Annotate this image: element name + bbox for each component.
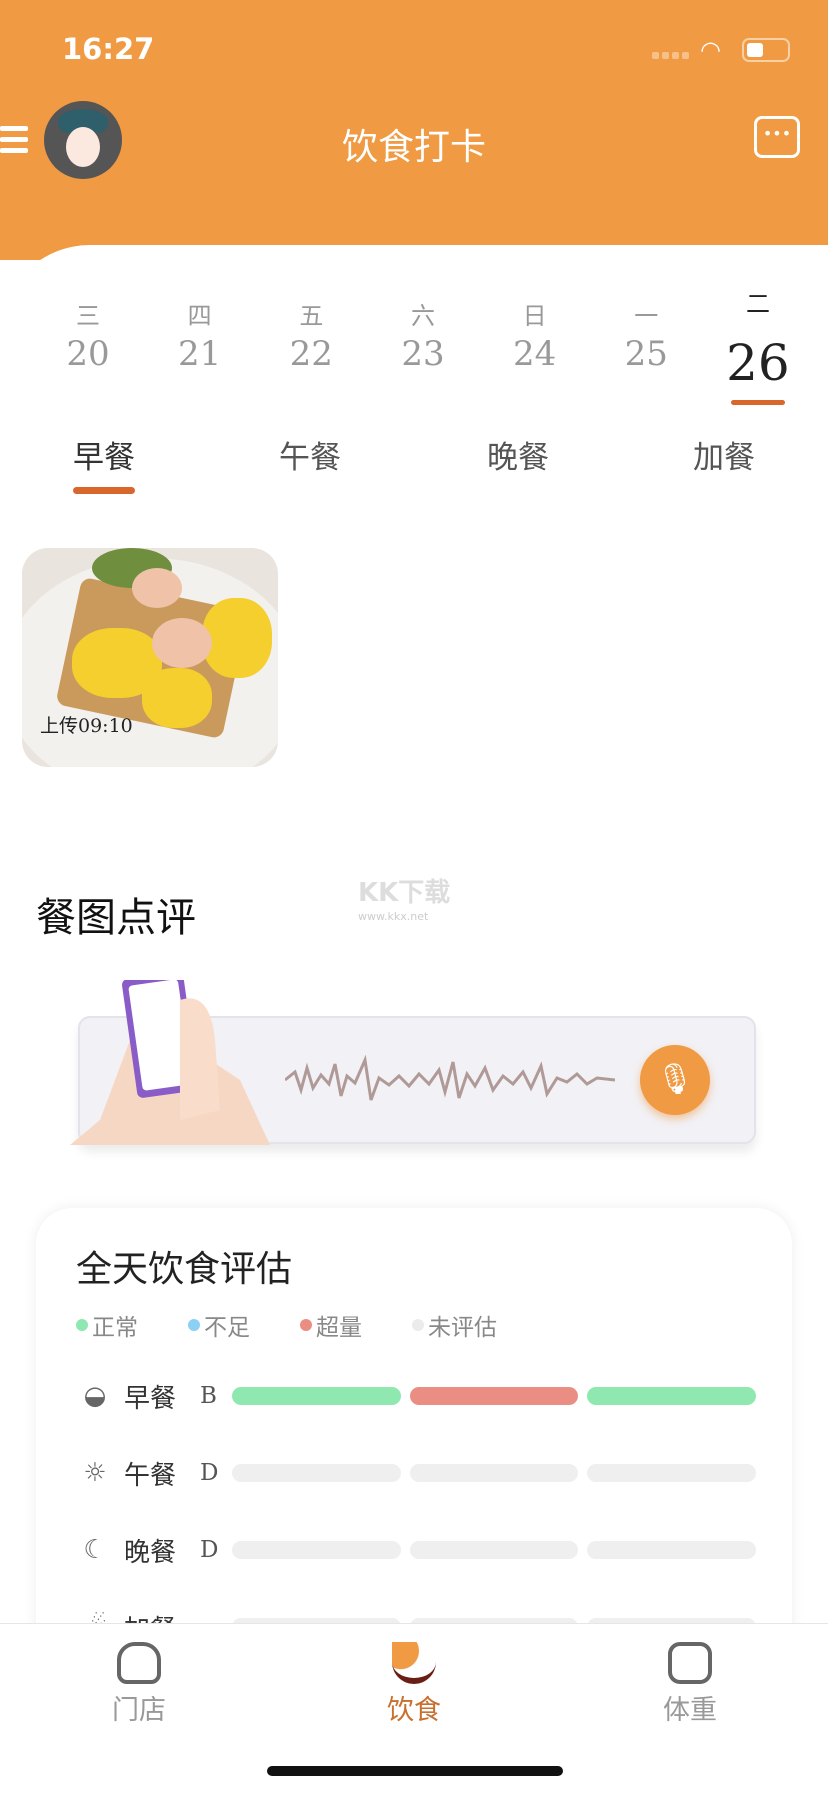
meal-name: 晚餐 bbox=[124, 1537, 177, 1568]
signal-icon bbox=[652, 52, 689, 59]
date: 26 bbox=[726, 334, 790, 392]
section-title: 餐图点评 bbox=[36, 895, 196, 941]
legend: 正常 不足 超量 未评估 bbox=[76, 1308, 524, 1342]
date: 25 bbox=[624, 334, 668, 374]
weekday: 一 bbox=[634, 302, 659, 330]
sunrise-icon: ◒ bbox=[83, 1381, 107, 1411]
status-bar bbox=[587, 1464, 757, 1482]
status-bar bbox=[409, 1464, 579, 1482]
eval-row-dinner[interactable]: ☾ 晚餐 D bbox=[76, 1530, 757, 1570]
meal-name: 早餐 bbox=[124, 1383, 177, 1414]
home-indicator bbox=[267, 1766, 563, 1776]
day-item-selected[interactable]: 二 26 bbox=[706, 290, 810, 405]
nav-diet[interactable]: 饮食 bbox=[354, 1642, 474, 1727]
weekday: 六 bbox=[410, 302, 435, 330]
tab-lunch[interactable]: 午餐 bbox=[279, 432, 341, 477]
tab-label: 早餐 bbox=[73, 440, 135, 476]
tab-label: 加餐 bbox=[693, 440, 755, 476]
day-item[interactable]: 三 20 bbox=[36, 296, 140, 405]
tab-indicator bbox=[73, 487, 135, 494]
weekday: 日 bbox=[522, 302, 547, 330]
page-title: 饮食打卡 bbox=[341, 127, 486, 168]
battery-icon bbox=[742, 38, 790, 62]
eval-row-breakfast[interactable]: ◒ 早餐 B bbox=[76, 1376, 757, 1416]
tab-label: 午餐 bbox=[279, 440, 341, 476]
legend-insufficient: 不足 bbox=[188, 1308, 300, 1342]
header: 16:27 ◠ 饮食打卡 ••• bbox=[0, 0, 828, 260]
calendar-icon[interactable]: ••• bbox=[754, 116, 800, 158]
watermark: KK下载 bbox=[358, 878, 451, 908]
weekday: 五 bbox=[299, 302, 324, 330]
grade: B bbox=[200, 1383, 217, 1409]
bowl-icon bbox=[392, 1642, 436, 1684]
status-bar bbox=[232, 1387, 401, 1405]
status-bar bbox=[587, 1387, 757, 1405]
date: 24 bbox=[512, 334, 557, 374]
status-bar bbox=[232, 1464, 401, 1482]
status-time: 16:27 bbox=[62, 32, 155, 66]
date: 23 bbox=[401, 334, 445, 374]
tab-dinner[interactable]: 晚餐 bbox=[487, 432, 549, 477]
eval-row-lunch[interactable]: ☼ 午餐 D bbox=[76, 1453, 757, 1493]
date: 21 bbox=[178, 334, 222, 374]
hand-phone-illustration bbox=[70, 980, 270, 1145]
weekday: 二 bbox=[745, 290, 770, 318]
nav-label: 门店 bbox=[112, 1695, 166, 1726]
meal-photo[interactable]: 上传09:10 bbox=[22, 548, 278, 767]
microphone-button[interactable]: 🎙 bbox=[640, 1045, 710, 1115]
day-item[interactable]: 六 23 bbox=[371, 296, 475, 405]
status-bar bbox=[232, 1541, 401, 1559]
legend-unevaluated: 未评估 bbox=[412, 1308, 524, 1342]
moon-icon: ☾ bbox=[83, 1535, 107, 1565]
status-bar bbox=[409, 1387, 579, 1405]
day-item[interactable]: 日 24 bbox=[483, 296, 587, 405]
date: 20 bbox=[66, 334, 110, 374]
upload-time: 上传09:10 bbox=[40, 715, 133, 737]
card-title: 全天饮食评估 bbox=[76, 1249, 293, 1290]
status-bar bbox=[409, 1541, 579, 1559]
day-item[interactable]: 四 21 bbox=[148, 296, 252, 405]
nav-label: 饮食 bbox=[387, 1695, 441, 1726]
weekday: 三 bbox=[76, 302, 100, 330]
legend-normal: 正常 bbox=[76, 1308, 188, 1342]
store-icon bbox=[117, 1642, 161, 1684]
nav-label: 体重 bbox=[663, 1695, 717, 1726]
week-selector: 三 20 四 21 五 22 六 23 日 24 一 25 二 26 bbox=[36, 290, 810, 405]
tab-label: 晚餐 bbox=[487, 440, 549, 476]
nav-weight[interactable]: 体重 bbox=[630, 1642, 750, 1727]
grade: D bbox=[200, 1460, 219, 1486]
selected-indicator bbox=[730, 400, 785, 405]
status-bar bbox=[587, 1541, 757, 1559]
grade: D bbox=[200, 1537, 219, 1563]
tab-breakfast[interactable]: 早餐 bbox=[73, 432, 135, 494]
scale-icon bbox=[668, 1642, 712, 1684]
meal-name: 午餐 bbox=[124, 1460, 177, 1491]
weekday: 四 bbox=[187, 302, 212, 330]
day-item[interactable]: 一 25 bbox=[594, 296, 698, 405]
waveform-icon bbox=[285, 1054, 615, 1101]
nav-store[interactable]: 门店 bbox=[79, 1642, 199, 1727]
watermark-url: www.kkx.net bbox=[358, 910, 429, 923]
sun-icon: ☼ bbox=[83, 1458, 107, 1488]
daily-evaluation-card: 全天饮食评估 正常 不足 超量 未评估 ◒ 早餐 B ☼ 午餐 D ☾ 晚餐 D… bbox=[36, 1208, 792, 1668]
tab-snack[interactable]: 加餐 bbox=[693, 432, 755, 477]
wifi-icon: ◠ bbox=[700, 36, 721, 64]
legend-excess: 超量 bbox=[300, 1308, 412, 1342]
date: 22 bbox=[289, 334, 333, 374]
day-item[interactable]: 五 22 bbox=[259, 296, 363, 405]
